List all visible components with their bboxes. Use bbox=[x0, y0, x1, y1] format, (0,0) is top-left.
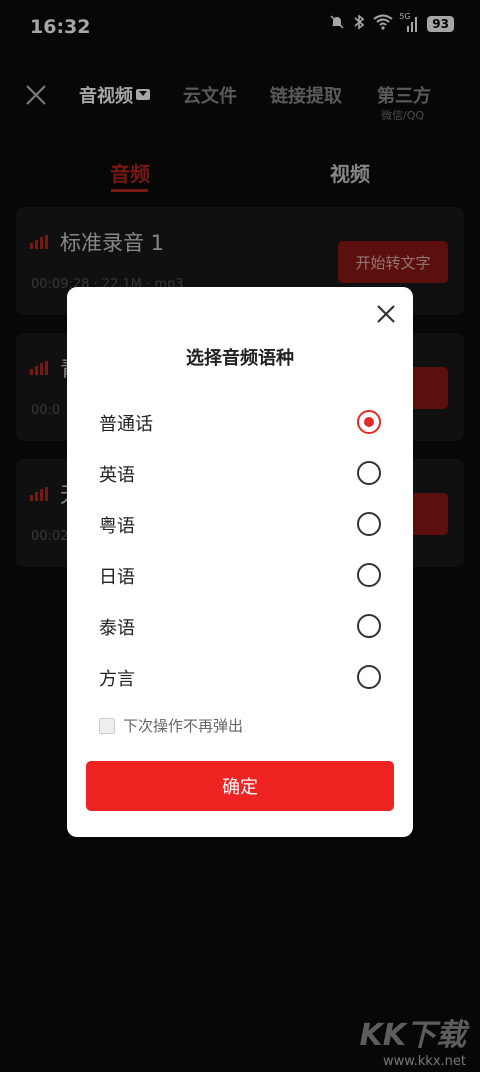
language-option[interactable]: 粤语 bbox=[99, 506, 381, 542]
dont-show-again[interactable]: 下次操作不再弹出 bbox=[99, 715, 243, 736]
language-option-label: 普通话 bbox=[99, 414, 153, 435]
language-option[interactable]: 泰语 bbox=[99, 608, 381, 644]
watermark-url: www.kkx.net bbox=[382, 1054, 466, 1069]
language-option[interactable]: 方言 bbox=[99, 659, 381, 695]
dont-show-checkbox[interactable] bbox=[99, 717, 115, 734]
dialog-title: 选择音频语种 bbox=[186, 348, 294, 369]
close-icon[interactable] bbox=[375, 303, 397, 325]
confirm-button[interactable]: 确定 bbox=[86, 761, 394, 811]
language-option-label: 英语 bbox=[99, 465, 135, 486]
watermark-logo: KK下载 bbox=[359, 1018, 467, 1053]
radio-button[interactable] bbox=[357, 512, 381, 536]
language-option-label: 泰语 bbox=[99, 618, 135, 639]
radio-button[interactable] bbox=[357, 410, 381, 434]
radio-button[interactable] bbox=[357, 461, 381, 485]
language-dialog: 选择音频语种 普通话英语粤语日语泰语方言 下次操作不再弹出 确定 bbox=[67, 287, 413, 837]
dont-show-label: 下次操作不再弹出 bbox=[123, 717, 244, 735]
language-option[interactable]: 日语 bbox=[99, 557, 381, 593]
language-option-label: 粤语 bbox=[99, 516, 135, 537]
radio-button[interactable] bbox=[357, 665, 381, 689]
language-option[interactable]: 普通话 bbox=[99, 404, 381, 440]
language-option-label: 日语 bbox=[99, 567, 135, 588]
radio-button[interactable] bbox=[357, 563, 381, 587]
radio-button[interactable] bbox=[357, 614, 381, 638]
watermark: KK下载 www.kkx.net bbox=[360, 1010, 467, 1069]
language-option[interactable]: 英语 bbox=[99, 455, 381, 491]
language-option-label: 方言 bbox=[99, 669, 135, 690]
